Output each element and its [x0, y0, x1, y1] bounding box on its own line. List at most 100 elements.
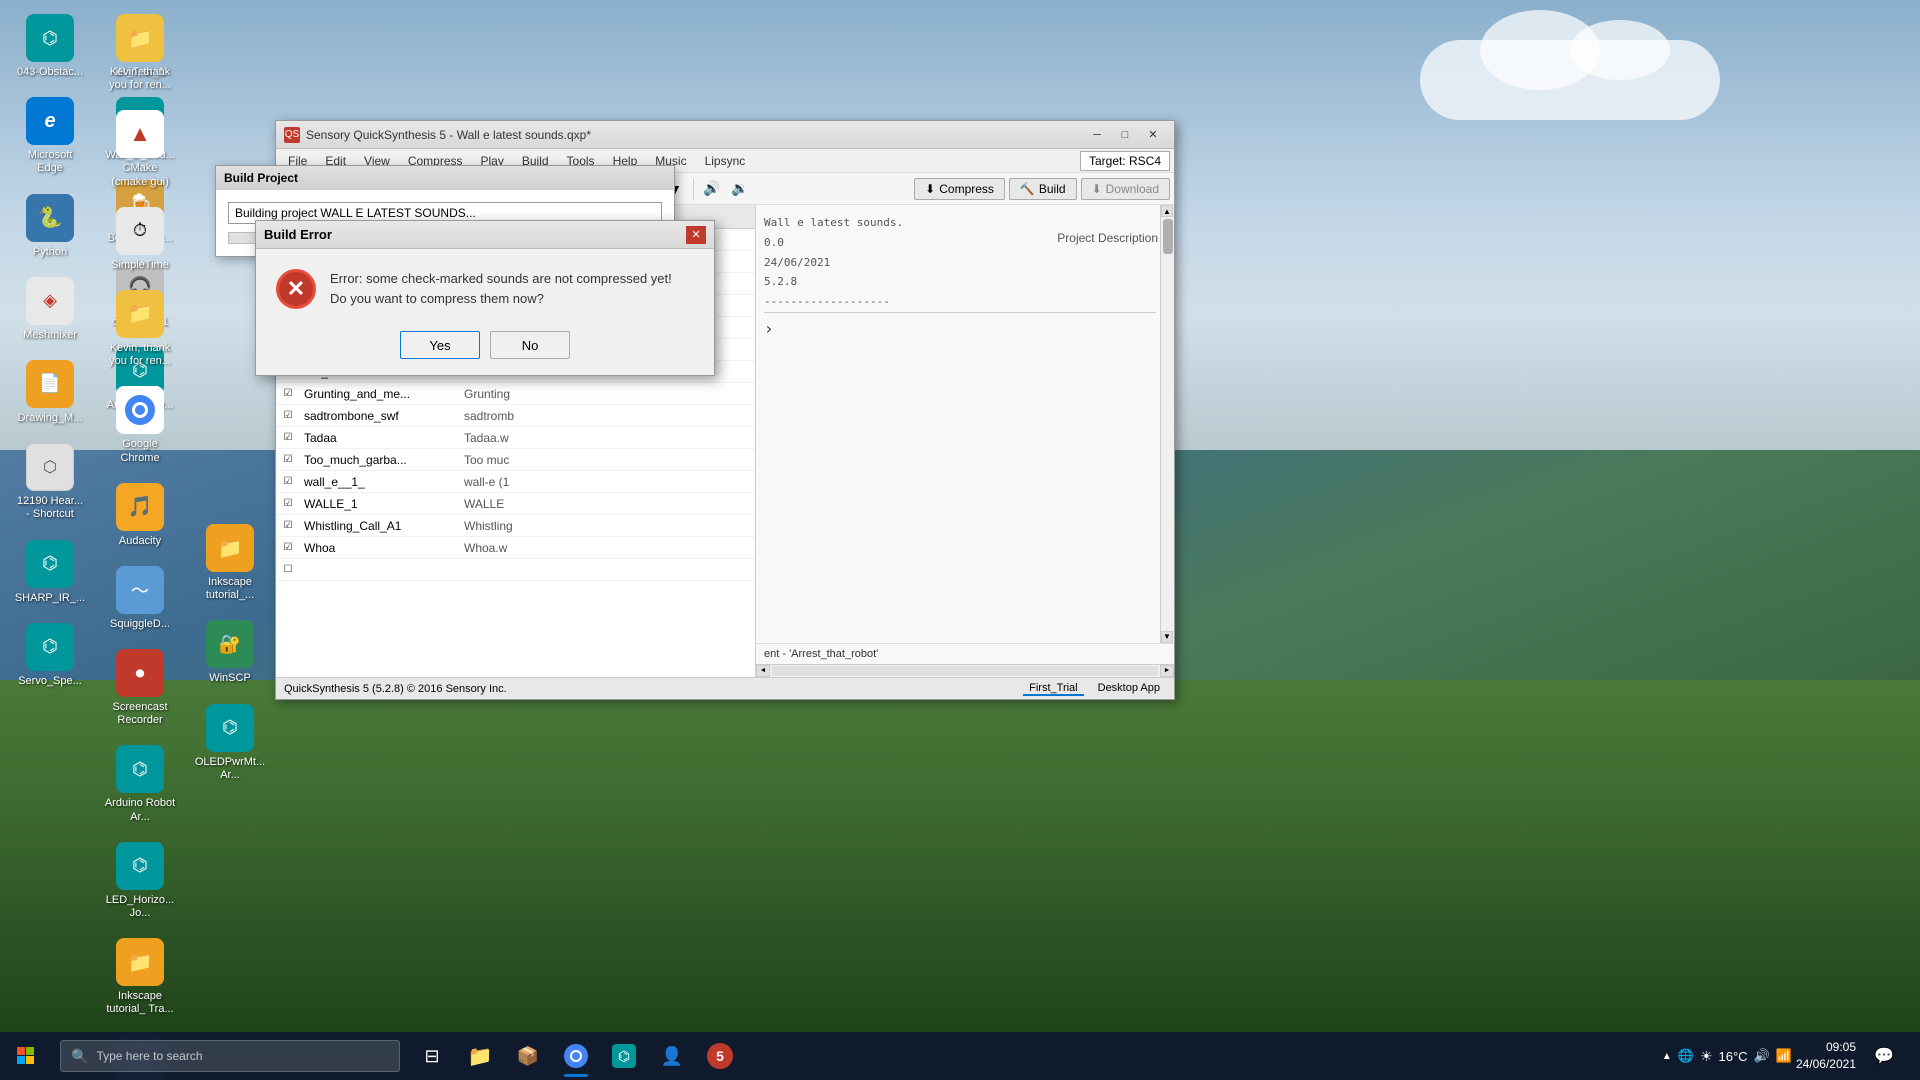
desktop-icon-screencast[interactable]: ⏺ Screencast Recorder [100, 645, 180, 731]
desktop-icon-winscp[interactable]: 🔐 WinSCP [190, 616, 270, 689]
desktop-icon-qs-shortcut[interactable]: ⬡ 12190 Hear... - Shortcut [10, 439, 90, 525]
row-checkbox[interactable]: ☑ [276, 454, 300, 465]
desktop-icon-robot[interactable]: ⌬ Arduino Robot Ar... [100, 741, 180, 827]
row-checkbox[interactable]: ☑ [276, 520, 300, 531]
taskbar-user[interactable]: 👤 [648, 1032, 696, 1080]
right-panel-text: Wall e latest sounds. 0.0 24/06/2021 5.2… [756, 205, 1174, 643]
info-title: Wall e latest sounds. [764, 213, 1156, 233]
icon-label-mesh: Meshmixer [23, 329, 77, 342]
row-checkbox[interactable]: ☑ [276, 542, 300, 553]
compress-button[interactable]: ⬇ Compress [914, 178, 1005, 200]
icon-img-oled: ⌬ [206, 704, 254, 752]
system-tray: ▲ 🌐 ☀ 16°C 🔊 📶 [1662, 1048, 1792, 1065]
desktop-icon-audacity[interactable]: 🎵 Audacity [100, 479, 180, 552]
scroll-up-btn[interactable]: ▲ [1161, 205, 1173, 217]
table-row[interactable]: ☑ Whistling_Call_A1 Whistling [276, 515, 755, 537]
taskbar-chrome[interactable] [552, 1032, 600, 1080]
desktop-icon-led[interactable]: ⌬ LED_Horizo... Jo... [100, 838, 180, 924]
desktop-icon-cmake[interactable]: ▲ CMake (cmake gui) [100, 106, 180, 192]
row-checkbox[interactable]: ☑ [276, 410, 300, 421]
table-row[interactable]: ☑ Whoa Whoa.w [276, 537, 755, 559]
desktop-icon-043[interactable]: ⌬ 043-Obstac... [10, 10, 90, 83]
scroll-right-btn[interactable]: ► [1160, 665, 1174, 677]
desktop-icon-squiggle[interactable]: 〜 SquiggleD... [100, 562, 180, 635]
row-file: Tadaa.w [460, 431, 755, 445]
download-button[interactable]: ⬇ Download [1081, 178, 1170, 200]
error-dialog-close[interactable]: ✕ [686, 226, 706, 244]
toolbar-audio2[interactable]: 🔉 [727, 176, 753, 202]
icon-img-simpletime: ⏱ [116, 207, 164, 255]
tray-up-arrow[interactable]: ▲ [1662, 1051, 1672, 1062]
table-row[interactable]: ☑ Tadaa Tadaa.w [276, 427, 755, 449]
right-panel: ▲ ▼ Wall e latest sounds. 0.0 24/06/2021… [756, 205, 1174, 677]
desktop-icon-chrome[interactable]: Google Chrome [100, 382, 180, 468]
scroll-left-btn[interactable]: ◄ [756, 665, 770, 677]
icon-img-inkscape2: 📁 [206, 524, 254, 572]
task-view-button[interactable]: ⊟ [408, 1032, 456, 1080]
maximize-button[interactable]: □ [1112, 125, 1138, 145]
desktop-icon-kevin2-folder[interactable]: 📁 Kevin, thank you for ren... [100, 286, 180, 372]
icon-label-audacity: Audacity [119, 535, 161, 548]
error-msg-line2: Do you want to compress them now? [330, 289, 672, 309]
desktop-icon-servo[interactable]: ⌬ Servo_Spe... [10, 619, 90, 692]
taskbar-antivirus[interactable]: 5 [696, 1032, 744, 1080]
tray-network2-icon[interactable]: 📶 [1776, 1048, 1792, 1064]
clock[interactable]: 09:05 24/06/2021 [1796, 1039, 1856, 1073]
tray-audio-icon[interactable]: 🔊 [1754, 1048, 1770, 1064]
row-checkbox[interactable]: ☑ [276, 476, 300, 487]
row-file: WALLE [460, 497, 755, 511]
desktop-icon-drawing[interactable]: 📄 Drawing_M... [10, 356, 90, 429]
table-row[interactable]: ☑ Grunting_and_me... Grunting [276, 383, 755, 405]
start-button[interactable] [0, 1032, 52, 1080]
desktop-icon-edge[interactable]: e Microsoft Edge [10, 93, 90, 179]
row-label: Grunting_and_me... [300, 387, 460, 401]
error-dialog-buttons: Yes No [256, 319, 714, 375]
taskbar: 🔍 Type here to search ⊟ 📁 📦 ⌬ 👤 [0, 1032, 1920, 1080]
table-row[interactable]: ☑ sadtrombone_swf sadtromb [276, 405, 755, 427]
build-button[interactable]: 🔨 Build [1009, 178, 1077, 200]
no-button[interactable]: No [490, 331, 570, 359]
error-dialog-title: Build Error [264, 227, 332, 242]
desktop-icon-sharp[interactable]: ⌬ SHARP_IR_... [10, 536, 90, 609]
icon-img-cmake: ▲ [116, 110, 164, 158]
icon-label-screencast: Screencast Recorder [104, 701, 176, 727]
desktop-icon-simpletime[interactable]: ⏱ SimpleTime [100, 203, 180, 276]
table-row[interactable]: ☑ wall_e__1_ wall-e (1 [276, 471, 755, 493]
error-dialog-titlebar: Build Error ✕ [256, 221, 714, 249]
expand-arrow[interactable]: › [764, 319, 1156, 338]
notification-button[interactable]: 💬 [1860, 1032, 1908, 1080]
table-row[interactable]: ☑ WALLE_1 WALLE [276, 493, 755, 515]
desktop-icon-python[interactable]: 🐍 Python [10, 190, 90, 263]
row-checkbox[interactable]: ☐ [276, 564, 300, 575]
right-scrollbar[interactable]: ▲ ▼ [1160, 205, 1174, 643]
tray-network-icon: 🌐 [1678, 1048, 1694, 1064]
desktop-icon-oled[interactable]: ⌬ OLEDPwrMt... Ar... [190, 700, 270, 786]
desktop-icon-kevin[interactable]: 📁 Kevin, thank you for ren... [100, 10, 180, 96]
tab-desktop-app[interactable]: Desktop App [1092, 682, 1166, 696]
desktop-icon-inkscape[interactable]: 📁 Inkscape tutorial_ Tra... [100, 934, 180, 1020]
taskbar-winrar[interactable]: 📦 [504, 1032, 552, 1080]
scroll-down-btn[interactable]: ▼ [1161, 631, 1173, 643]
taskbar-arduino[interactable]: ⌬ [600, 1032, 648, 1080]
table-row[interactable]: ☑ Too_much_garba... Too muc [276, 449, 755, 471]
desktop-icon-mesh[interactable]: ◈ Meshmixer [10, 273, 90, 346]
icon-label-cmake: CMake (cmake gui) [104, 162, 176, 188]
desktop-icons-col3: 📁 Inkscape tutorial_... 🔐 WinSCP ⌬ OLEDP… [190, 520, 270, 786]
yes-button[interactable]: Yes [400, 331, 480, 359]
taskbar-file-explorer[interactable]: 📁 [456, 1032, 504, 1080]
menu-lipsync[interactable]: Lipsync [697, 150, 754, 172]
desktop-icon-inkscape2[interactable]: 📁 Inkscape tutorial_... [190, 520, 270, 606]
row-checkbox[interactable]: ☑ [276, 388, 300, 399]
bottom-scrollbar[interactable]: ◄ ► [756, 664, 1174, 677]
row-checkbox[interactable]: ☑ [276, 432, 300, 443]
toolbar-audio1[interactable]: 🔊 [699, 176, 725, 202]
tab-first-trial[interactable]: First_Trial [1023, 682, 1083, 696]
weather-icon: ☀ [1700, 1048, 1713, 1065]
scroll-thumb[interactable] [1163, 219, 1173, 254]
close-button[interactable]: ✕ [1140, 125, 1166, 145]
search-bar[interactable]: 🔍 Type here to search [60, 1040, 400, 1072]
minimize-button[interactable]: ─ [1084, 125, 1110, 145]
table-row[interactable]: ☐ [276, 559, 755, 581]
bottom-scroll-track [772, 666, 1158, 676]
row-checkbox[interactable]: ☑ [276, 498, 300, 509]
